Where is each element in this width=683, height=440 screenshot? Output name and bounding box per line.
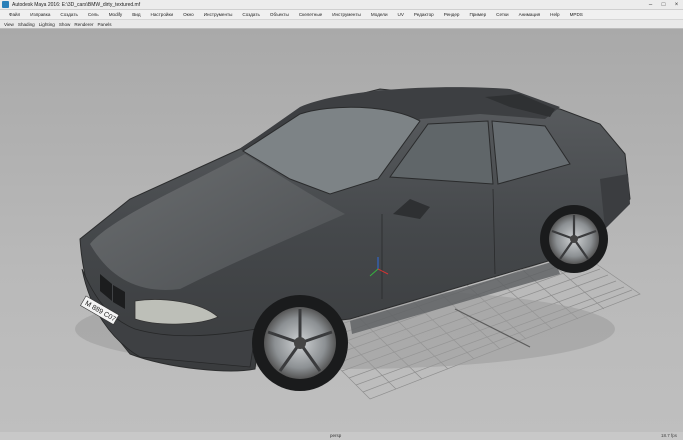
viewport-status-bar: persp 18.7 fps [0,432,683,440]
title-bar: Autodesk Maya 2016: E:\3D_cars\BMW_dirty… [0,0,683,10]
viewport-menu-item[interactable]: View [2,20,16,29]
3d-viewport[interactable]: M 889 C07 [0,29,683,432]
menu-item[interactable]: Анимация [514,10,546,20]
menu-item[interactable]: Объекты [265,10,294,20]
maximize-icon[interactable]: □ [657,0,670,10]
viewport-menu-item[interactable]: Renderer [72,20,95,29]
menu-item[interactable]: Сетки [491,10,513,20]
minimize-icon[interactable]: – [644,0,657,10]
window-controls: – □ × [644,0,683,10]
window-title: Autodesk Maya 2016: E:\3D_cars\BMW_dirty… [12,1,141,8]
camera-label: persp [330,433,342,438]
rear-wheel [540,205,608,273]
menu-item[interactable]: Файл [4,10,25,20]
menu-item[interactable]: Modify [104,10,128,20]
menu-item[interactable]: Инструменты [327,10,366,20]
close-icon[interactable]: × [670,0,683,10]
menu-item[interactable]: Скелетные [294,10,327,20]
viewport-menu-item[interactable]: Lighting [37,20,57,29]
fps-counter: 18.7 fps [660,433,677,438]
menu-item[interactable]: Настройки [146,10,179,20]
menu-item[interactable]: Создать [55,10,82,20]
menu-item[interactable]: Изправка [25,10,55,20]
front-wheel [252,295,348,391]
viewport-scene: M 889 C07 [75,87,641,400]
menu-item[interactable]: Окно [178,10,199,20]
maya-app-icon [2,1,9,8]
main-menu-bar: Файл Изправка Создать Сель Modify Вид Настройк… [0,10,683,20]
menu-item[interactable]: Рендер [439,10,465,20]
menu-item[interactable]: Вид [127,10,145,20]
menu-item[interactable]: Сель [83,10,104,20]
menu-item[interactable]: Редактор [409,10,439,20]
menu-item[interactable]: MPDS [565,10,588,20]
viewport-menu-bar: View Shading Lighting Show Renderer Panels [0,20,683,29]
menu-item[interactable]: Модели [366,10,393,20]
viewport-menu-item[interactable]: Panels [95,20,113,29]
menu-item[interactable]: Создать [237,10,264,20]
menu-item[interactable]: UV [393,10,409,20]
menu-item[interactable]: Инструменты [199,10,238,20]
viewport-menu-item[interactable]: Shading [16,20,37,29]
viewport-menu-item[interactable]: Show [57,20,73,29]
menu-item[interactable]: Help [545,10,564,20]
menu-item[interactable]: Пример [464,10,491,20]
